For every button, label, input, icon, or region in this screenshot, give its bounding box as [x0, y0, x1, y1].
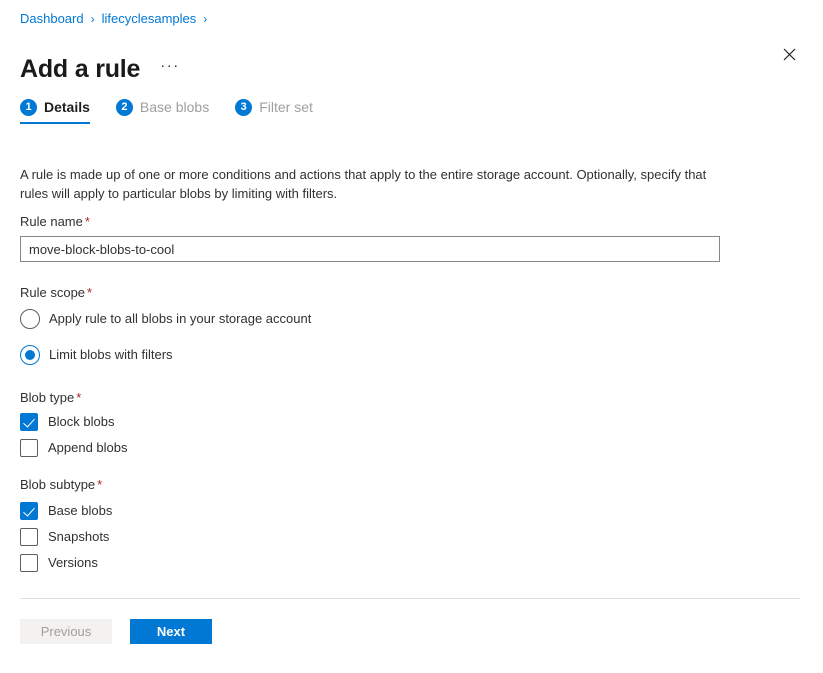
- next-button[interactable]: Next: [130, 619, 212, 644]
- breadcrumb-separator-icon: ›: [203, 11, 207, 27]
- tab-label: Filter set: [259, 98, 313, 116]
- blob-subtype-label: Blob subtype*: [20, 476, 720, 494]
- step-number-badge: 3: [235, 99, 252, 116]
- previous-button[interactable]: Previous: [20, 619, 112, 644]
- rule-form: Rule name* Rule scope* Apply rule to all…: [20, 213, 720, 573]
- footer-divider: [20, 598, 800, 599]
- checkbox-label: Snapshots: [48, 528, 109, 546]
- step-number-badge: 2: [116, 99, 133, 116]
- tab-label: Details: [44, 98, 90, 116]
- blob-type-group: Blob type* Block blobs Append blobs Blob…: [20, 389, 720, 573]
- blob-type-label-text: Blob type: [20, 390, 74, 405]
- close-icon: [783, 48, 796, 61]
- required-marker: *: [76, 390, 81, 405]
- checkbox-base-blobs[interactable]: Base blobs: [20, 501, 720, 521]
- radio-label: Apply rule to all blobs in your storage …: [49, 310, 311, 328]
- checkbox-icon: [20, 439, 38, 457]
- checkbox-block-blobs[interactable]: Block blobs: [20, 412, 720, 432]
- checkbox-icon: [20, 528, 38, 546]
- checkbox-label: Versions: [48, 554, 98, 572]
- step-number-badge: 1: [20, 99, 37, 116]
- breadcrumb-item-lifecyclesamples[interactable]: lifecyclesamples: [102, 11, 197, 27]
- checkbox-checked-icon: [20, 502, 38, 520]
- checkbox-label: Block blobs: [48, 413, 114, 431]
- footer-actions: Previous Next: [20, 619, 212, 644]
- blob-subtype-label-text: Blob subtype: [20, 477, 95, 492]
- rule-scope-label: Rule scope*: [20, 284, 720, 302]
- required-marker: *: [87, 285, 92, 300]
- rule-name-label-text: Rule name: [20, 214, 83, 229]
- breadcrumb-item-dashboard[interactable]: Dashboard: [20, 11, 84, 27]
- tab-details[interactable]: 1 Details: [20, 98, 90, 124]
- radio-limit-with-filters[interactable]: Limit blobs with filters: [20, 343, 720, 367]
- required-marker: *: [97, 477, 102, 492]
- checkbox-snapshots[interactable]: Snapshots: [20, 527, 720, 547]
- checkbox-append-blobs[interactable]: Append blobs: [20, 438, 720, 458]
- blob-type-label: Blob type*: [20, 389, 720, 407]
- rule-scope-label-text: Rule scope: [20, 285, 85, 300]
- radio-label: Limit blobs with filters: [49, 346, 173, 364]
- checkbox-icon: [20, 554, 38, 572]
- tab-label: Base blobs: [140, 98, 209, 116]
- rule-name-label: Rule name*: [20, 213, 720, 231]
- page-title: Add a rule: [20, 53, 140, 85]
- required-marker: *: [85, 214, 90, 229]
- wizard-tabs: 1 Details 2 Base blobs 3 Filter set: [20, 98, 339, 124]
- breadcrumb: Dashboard › lifecyclesamples ›: [20, 11, 214, 27]
- checkbox-checked-icon: [20, 413, 38, 431]
- checkbox-label: Base blobs: [48, 502, 112, 520]
- tab-filter-set[interactable]: 3 Filter set: [235, 98, 313, 124]
- tab-base-blobs[interactable]: 2 Base blobs: [116, 98, 209, 124]
- rule-name-input[interactable]: [20, 236, 720, 262]
- radio-apply-all-blobs[interactable]: Apply rule to all blobs in your storage …: [20, 307, 720, 331]
- more-options-icon[interactable]: ···: [156, 54, 184, 84]
- description-text: A rule is made up of one or more conditi…: [20, 165, 726, 203]
- rule-scope-group: Rule scope* Apply rule to all blobs in y…: [20, 284, 720, 367]
- breadcrumb-separator-icon: ›: [91, 11, 95, 27]
- radio-icon: [20, 309, 40, 329]
- checkbox-versions[interactable]: Versions: [20, 553, 720, 573]
- title-row: Add a rule ···: [20, 36, 184, 102]
- checkbox-label: Append blobs: [48, 439, 128, 457]
- close-button[interactable]: [775, 40, 803, 68]
- radio-selected-icon: [20, 345, 40, 365]
